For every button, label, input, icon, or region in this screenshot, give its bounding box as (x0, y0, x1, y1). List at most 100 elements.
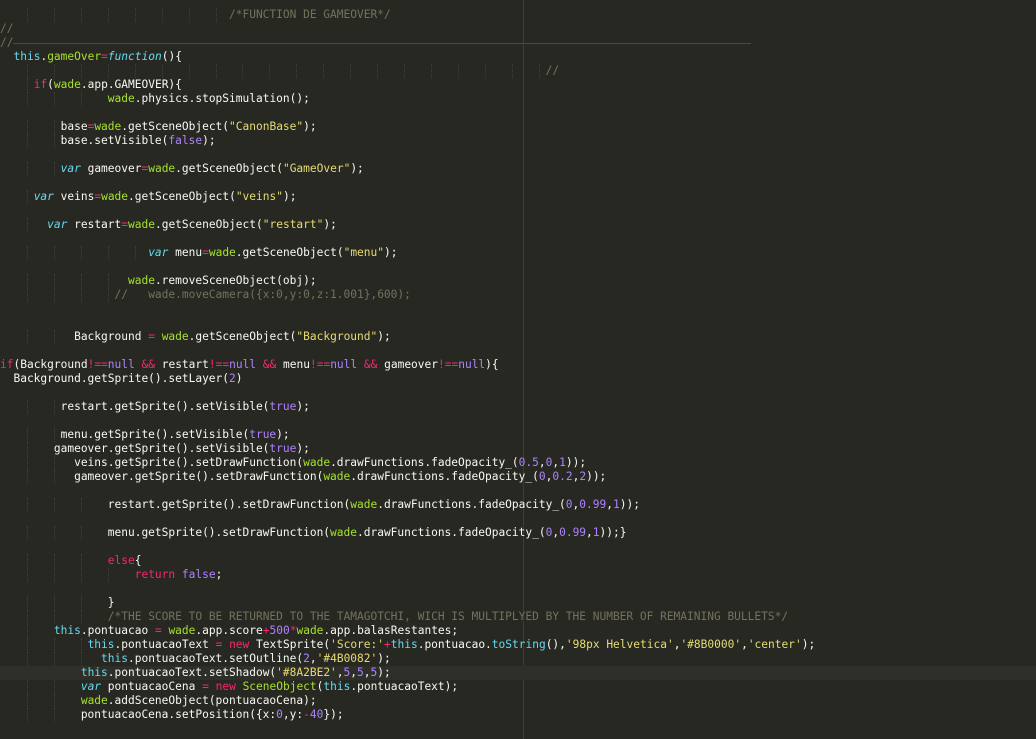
code-line[interactable]: wade.removeSceneObject(obj); (0, 274, 1036, 288)
code-token: wade (330, 526, 357, 539)
code-token: wade (107, 92, 135, 105)
code-area[interactable]: /*FUNCTION DE GAMEOVER*///// this.gameOv… (0, 8, 1036, 722)
code-token: } (0, 596, 115, 609)
code-token: 0 (565, 498, 573, 511)
code-token: Background.getSprite().setLayer( (0, 372, 230, 385)
code-token: ) (235, 372, 243, 385)
code-line[interactable]: var menu=wade.getSceneObject("menu"); (0, 246, 1036, 260)
code-line[interactable]: var gameover=wade.getSceneObject("GameOv… (0, 162, 1036, 176)
code-line[interactable]: wade.physics.stopSimulation(); (0, 92, 1036, 106)
code-line[interactable] (0, 148, 1036, 162)
code-token: ); (202, 134, 216, 147)
code-line[interactable]: if(wade.app.GAMEOVER){ (0, 78, 1036, 92)
code-token: gameover (377, 358, 438, 371)
code-token: wade (161, 330, 189, 343)
code-line[interactable]: this.gameOver=function(){ (0, 50, 1036, 64)
code-token: // (0, 36, 14, 49)
code-token: .getSceneObject( (175, 162, 283, 175)
code-token: .getSceneObject( (235, 246, 344, 259)
code-line[interactable]: var pontuacaoCena = new SceneObject(this… (0, 680, 1036, 694)
code-line[interactable]: /*FUNCTION DE GAMEOVER*/ (0, 8, 1036, 22)
code-line[interactable]: this.pontuacaoText.setShadow('#8A2BE2',5… (0, 666, 1036, 680)
code-token: ); (323, 218, 337, 231)
code-token: ); (377, 330, 391, 343)
code-line[interactable]: } (0, 596, 1036, 610)
code-line[interactable] (0, 204, 1036, 218)
code-line[interactable] (0, 176, 1036, 190)
code-token: ); (377, 652, 391, 665)
code-line[interactable]: this.pontuacaoText = new TextSprite('Sco… (0, 638, 1036, 652)
code-token: this (87, 638, 115, 651)
code-line[interactable]: Background.getSprite().setLayer(2) (0, 372, 1036, 386)
code-line[interactable]: else{ (0, 554, 1036, 568)
code-line[interactable] (0, 484, 1036, 498)
code-token: null (107, 358, 135, 371)
code-token: 1 (592, 526, 600, 539)
code-token: /*THE SCORE TO BE RETURNED TO THE TAMAGO… (107, 610, 789, 623)
code-token: restart (67, 218, 122, 231)
code-line[interactable] (0, 582, 1036, 596)
code-line[interactable]: // wade.moveCamera({x:0,y:0,z:1.001},600… (0, 288, 1036, 302)
code-line[interactable]: if(Background!==null && restart!==null &… (0, 358, 1036, 372)
code-line[interactable]: restart.getSprite().setVisible(true); (0, 400, 1036, 414)
code-line[interactable] (0, 260, 1036, 274)
code-line[interactable]: menu.getSprite().setDrawFunction(wade.dr… (0, 526, 1036, 540)
code-line[interactable]: Background = wade.getSceneObject("Backgr… (0, 330, 1036, 344)
code-line[interactable] (0, 540, 1036, 554)
code-line[interactable] (0, 386, 1036, 400)
code-line[interactable] (0, 316, 1036, 330)
code-token: , (586, 526, 593, 539)
code-line[interactable]: var restart=wade.getSceneObject("restart… (0, 218, 1036, 232)
code-token: 0 (276, 708, 283, 721)
code-line[interactable]: wade.addSceneObject(pontuacaoCena); (0, 694, 1036, 708)
code-line[interactable] (0, 414, 1036, 428)
code-token: = (202, 246, 209, 259)
code-line[interactable]: var veins=wade.getSceneObject("veins"); (0, 190, 1036, 204)
code-line[interactable] (0, 302, 1036, 316)
code-editor[interactable]: /*FUNCTION DE GAMEOVER*///// this.gameOv… (0, 0, 1036, 739)
code-token: Background (0, 330, 149, 343)
code-line[interactable]: // (0, 64, 1036, 78)
code-token: 1 (613, 498, 620, 511)
code-line[interactable]: this.pontuacaoText.setOutline(2,'#4B0082… (0, 652, 1036, 666)
code-token: "GameOver" (282, 162, 351, 175)
code-token: wade (101, 190, 129, 203)
code-line[interactable]: menu.getSprite().setVisible(true); (0, 428, 1036, 442)
code-token: menu (168, 246, 203, 259)
code-token: 40 (309, 708, 324, 721)
code-token: !== (438, 358, 459, 371)
code-token: wade (303, 456, 331, 469)
code-token: ); (801, 638, 816, 651)
code-line[interactable] (0, 344, 1036, 358)
code-token: ; (215, 568, 223, 581)
code-line[interactable]: return false; (0, 568, 1036, 582)
code-line[interactable]: this.pontuacao = wade.app.score+500*wade… (0, 624, 1036, 638)
code-line[interactable]: pontuacaoCena.setPosition({x:0,y:-40}); (0, 708, 1036, 722)
code-line[interactable]: base=wade.getSceneObject("CanonBase"); (0, 120, 1036, 134)
code-token: var (60, 162, 81, 175)
code-token: 'center' (747, 638, 802, 651)
code-line[interactable]: // (0, 36, 1036, 50)
code-token: if (33, 78, 48, 91)
code-line[interactable]: base.setVisible(false); (0, 134, 1036, 148)
code-line[interactable]: gameover.getSprite().setVisible(true); (0, 442, 1036, 456)
code-line[interactable]: // (0, 22, 1036, 36)
code-line[interactable] (0, 232, 1036, 246)
code-line[interactable]: gameover.getSprite().setDrawFunction(wad… (0, 470, 1036, 484)
code-line[interactable]: restart.getSprite().setDrawFunction(wade… (0, 498, 1036, 512)
code-token: wade (323, 470, 351, 483)
code-line[interactable]: veins.getSprite().setDrawFunction(wade.d… (0, 456, 1036, 470)
code-line[interactable] (0, 512, 1036, 526)
code-token: var (148, 246, 169, 259)
code-line[interactable]: /*THE SCORE TO BE RETURNED TO THE TAMAGO… (0, 610, 1036, 624)
code-line[interactable] (0, 106, 1036, 120)
code-token: .app.GAMEOVER){ (80, 78, 182, 91)
